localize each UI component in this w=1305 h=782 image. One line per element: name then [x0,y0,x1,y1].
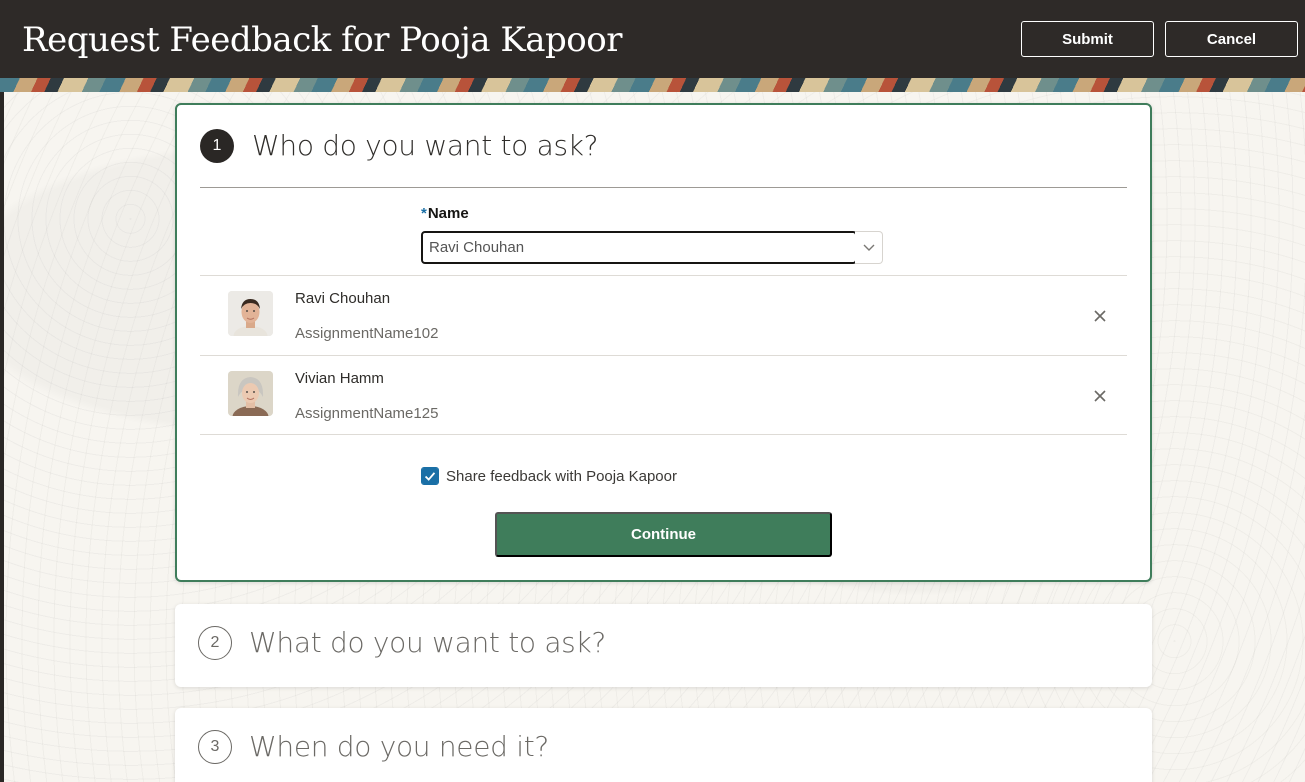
required-indicator: * [421,205,427,222]
step-2-title: What do you want to ask? [249,626,606,659]
avatar [228,371,273,416]
step-1-card: 1 Who do you want to ask? *Name Ravi Cho… [175,103,1152,582]
page-title: Request Feedback for Pooja Kapoor [22,20,622,60]
woman-photo-icon [228,371,273,416]
step-3-card[interactable]: 3 When do you need it? [175,708,1152,782]
divider [200,434,1127,435]
name-input[interactable] [421,231,857,264]
share-feedback-option: Share feedback with Pooja Kapoor [421,467,677,485]
person-assignment: AssignmentName102 [295,325,439,342]
selected-person-row: Ravi Chouhan AssignmentName102 [200,276,1127,356]
step-3-title: When do you need it? [249,730,549,763]
person-name: Ravi Chouhan [295,290,391,307]
name-label-text: Name [427,205,469,222]
remove-person-button[interactable] [1090,386,1110,406]
close-icon [1094,310,1106,322]
name-dropdown-button[interactable] [855,231,883,264]
share-feedback-label: Share feedback with Pooja Kapoor [446,467,677,485]
name-field-label: *Name [421,205,469,222]
cancel-button[interactable]: Cancel [1165,21,1298,57]
share-feedback-checkbox[interactable] [421,467,439,485]
chevron-down-icon [863,244,874,251]
divider [200,187,1127,188]
person-name: Vivian Hamm [295,370,384,387]
page-header: Request Feedback for Pooja Kapoor Submit… [0,0,1305,78]
person-assignment: AssignmentName125 [295,405,439,422]
left-edge-bar [0,78,4,782]
avatar [228,291,273,336]
submit-button[interactable]: Submit [1021,21,1154,57]
close-icon [1094,390,1106,402]
man-photo-icon [228,291,273,336]
step-1-title: Who do you want to ask? [252,129,599,162]
remove-person-button[interactable] [1090,306,1110,326]
step-2-number: 2 [198,626,232,660]
step-3-number: 3 [198,730,232,764]
continue-button[interactable]: Continue [495,512,832,557]
step-1-number: 1 [200,129,234,163]
checkmark-icon [422,468,438,484]
selected-person-row: Vivian Hamm AssignmentName125 [200,356,1127,436]
step-2-card[interactable]: 2 What do you want to ask? [175,604,1152,687]
decorative-banner-strip [0,78,1305,92]
